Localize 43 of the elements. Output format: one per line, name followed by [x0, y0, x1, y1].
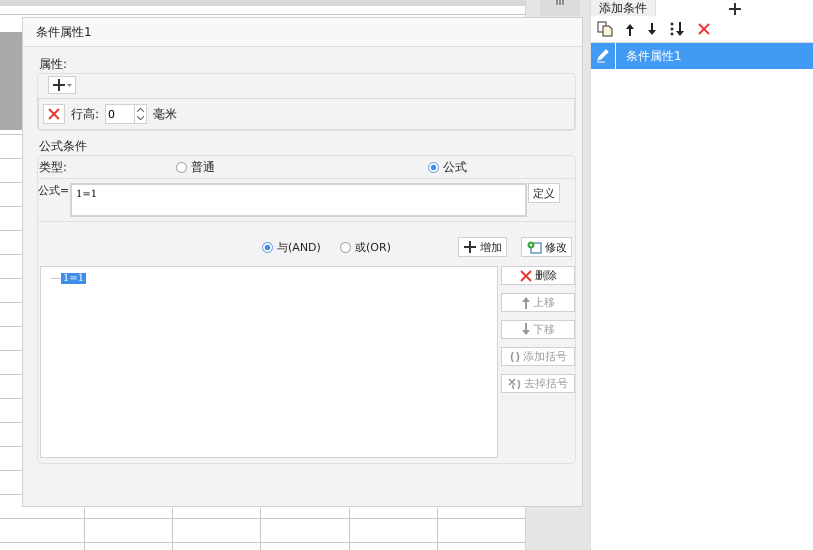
- add-icon: [728, 2, 742, 16]
- add-button[interactable]: 增加: [458, 237, 507, 257]
- modify-button[interactable]: 修改: [521, 237, 572, 257]
- type-radio[interactable]: 普通: [176, 158, 428, 176]
- field-label: 行高:: [71, 106, 100, 122]
- radio-dot[interactable]: [176, 162, 187, 172]
- delete-icon: [519, 268, 534, 282]
- move-bottom-icon[interactable]: [669, 21, 685, 37]
- side-button[interactable]: 删除: [501, 266, 575, 285]
- logic-radio[interactable]: 或(OR): [340, 240, 458, 254]
- delete-icon: [47, 107, 61, 121]
- group-legend: 属性:: [39, 56, 68, 72]
- row-height-field[interactable]: 0: [105, 104, 136, 124]
- dialog-title: 条件属性1: [36, 24, 92, 40]
- group-legend: 公式条件: [39, 138, 87, 154]
- brackets-icon: [509, 350, 522, 362]
- down-arrow-icon: [647, 22, 657, 36]
- spin-down-icon[interactable]: [135, 114, 146, 123]
- grip-icon[interactable]: [555, 0, 565, 6]
- copy-icon[interactable]: [597, 21, 613, 37]
- down-arrow-icon: [521, 323, 532, 336]
- radio-dot[interactable]: [340, 242, 351, 252]
- radio-dot[interactable]: [262, 242, 273, 252]
- plus-icon: [52, 78, 66, 92]
- formula-label: 公式=: [38, 183, 70, 198]
- up-arrow-icon: [521, 296, 532, 309]
- spin-buttons[interactable]: [135, 104, 148, 124]
- type-radio[interactable]: 公式: [428, 158, 467, 176]
- unit-label: 毫米: [153, 106, 178, 122]
- add-dropdown-button[interactable]: [48, 76, 76, 94]
- define-button[interactable]: 定义: [528, 183, 560, 203]
- plus-icon: [463, 240, 477, 254]
- radio-dot[interactable]: [428, 162, 439, 172]
- spin-up-icon[interactable]: [135, 105, 146, 114]
- pencil-icon: [596, 49, 610, 63]
- formula-field[interactable]: 1=1: [70, 183, 527, 217]
- remove-brackets-icon: [508, 378, 522, 390]
- delete-icon: [697, 22, 711, 36]
- up-arrow-icon: [625, 22, 635, 36]
- remove-button[interactable]: [43, 104, 65, 124]
- logic-radio[interactable]: 与(AND): [262, 240, 340, 254]
- type-label: 类型:: [39, 158, 68, 176]
- caret-icon: [67, 84, 72, 86]
